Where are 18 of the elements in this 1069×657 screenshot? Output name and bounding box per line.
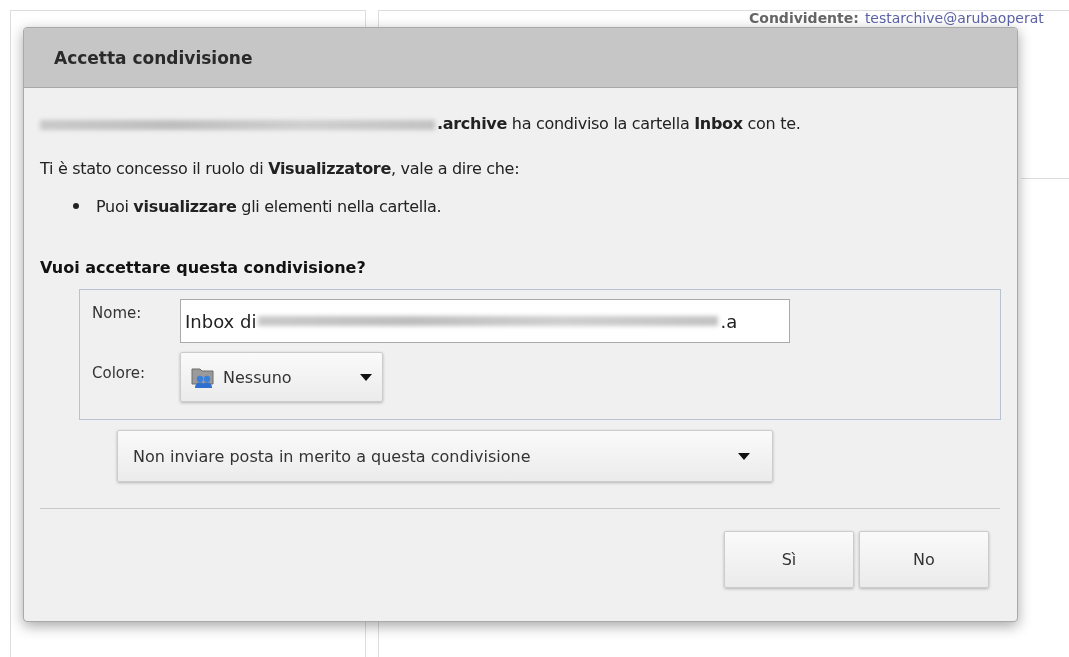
mail-option-dropdown[interactable]: Non inviare posta in merito a questa condivisione: [117, 430, 773, 482]
bullet-icon: [73, 203, 79, 209]
sharer-label: Condividente:: [749, 10, 859, 26]
no-button[interactable]: No: [859, 531, 989, 588]
dialog-title: Accetta condivisione: [54, 47, 253, 68]
caret-icon: [738, 452, 750, 460]
shared-folder-icon: [191, 366, 215, 388]
color-label: Colore:: [92, 363, 147, 382]
name-label: Nome:: [92, 303, 143, 322]
name-field[interactable]: Inbox di .a: [180, 299, 790, 343]
permission-text: Puoi visualizzare gli elementi nella cartella.: [96, 196, 442, 216]
yes-button[interactable]: Sì: [724, 531, 854, 588]
caret-icon: [360, 373, 372, 381]
question-text: Vuoi accettare questa condivisione?: [40, 258, 367, 277]
share-message: .archive ha condiviso la cartella Inbox con te.: [437, 114, 801, 133]
role-text: Ti è stato concesso il ruolo di Visualizzatore, vale a dire che:: [40, 158, 521, 180]
color-dropdown[interactable]: Nessuno: [180, 352, 383, 402]
sharer-email: testarchive@arubaoperat: [864, 10, 1044, 26]
